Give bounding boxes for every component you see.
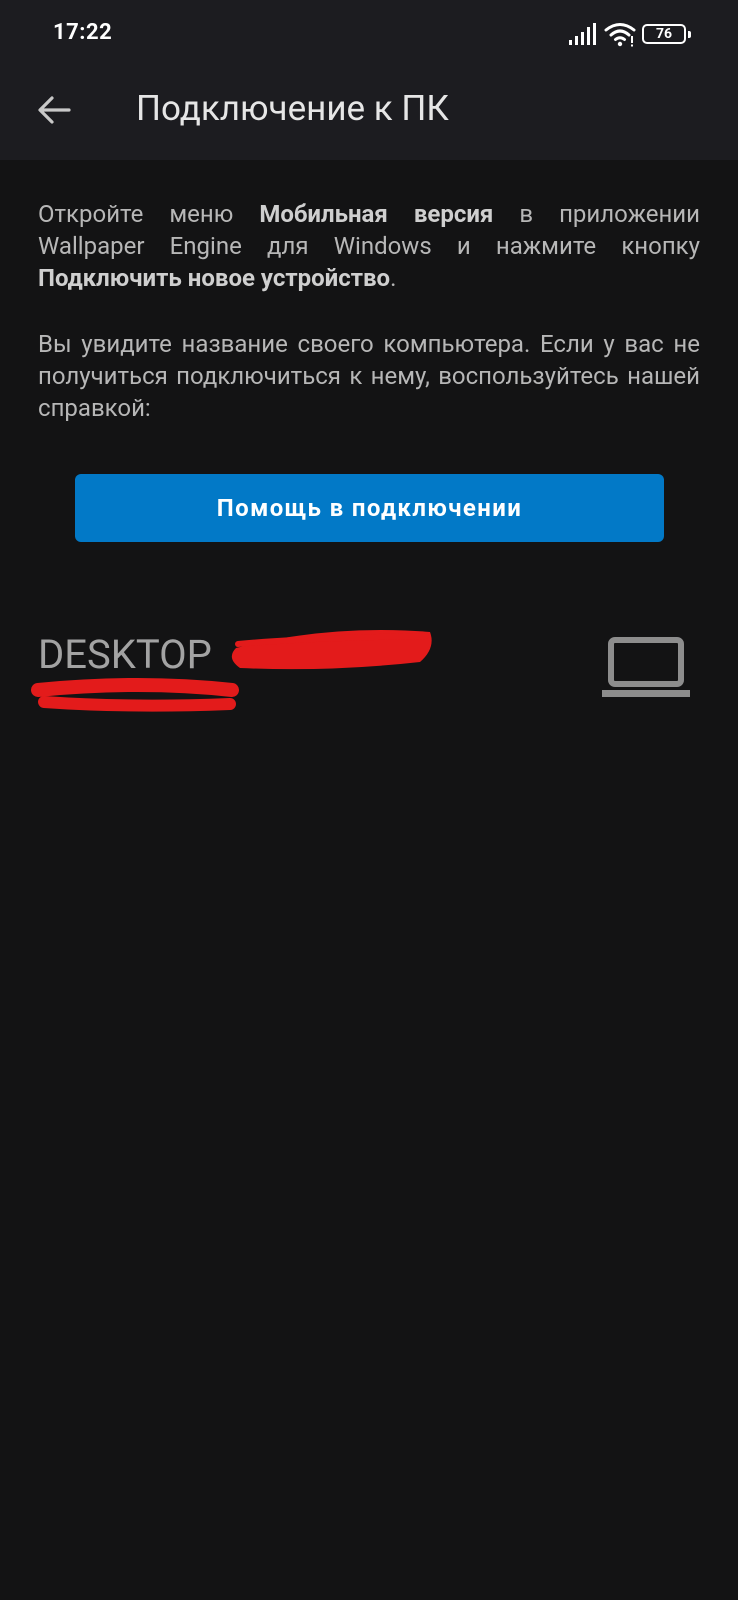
instructions-paragraph-1: Откройте меню Мобильная версия в приложе…	[38, 198, 700, 294]
page-title: Подключение к ПК	[136, 88, 449, 129]
back-button[interactable]	[28, 84, 80, 136]
help-button[interactable]: Помощь в подключении	[75, 474, 664, 542]
instructions-text: .	[390, 264, 397, 292]
instructions-text: Откройте меню	[38, 200, 260, 228]
battery-level: 76	[655, 26, 673, 42]
main-content: Откройте меню Мобильная версия в приложе…	[0, 160, 738, 1600]
instructions-paragraph-2: Вы увидите название своего компьютера. Е…	[38, 330, 700, 422]
wifi-icon	[604, 23, 636, 47]
status-time: 17:22	[53, 20, 113, 45]
status-bar: 17:22 76	[0, 0, 738, 66]
device-list-item[interactable]: DESKTOP	[0, 610, 738, 730]
instructions-bold-menu: Мобильная версия	[259, 200, 494, 228]
instructions-bold-button: Подключить новое устройство	[38, 264, 391, 292]
battery-icon: 76	[642, 24, 691, 44]
battery-tip	[688, 31, 691, 38]
signal-icon	[569, 23, 596, 45]
laptop-icon	[602, 637, 690, 697]
app-bar: Подключение к ПК	[0, 66, 738, 160]
arrow-left-icon	[38, 96, 71, 124]
